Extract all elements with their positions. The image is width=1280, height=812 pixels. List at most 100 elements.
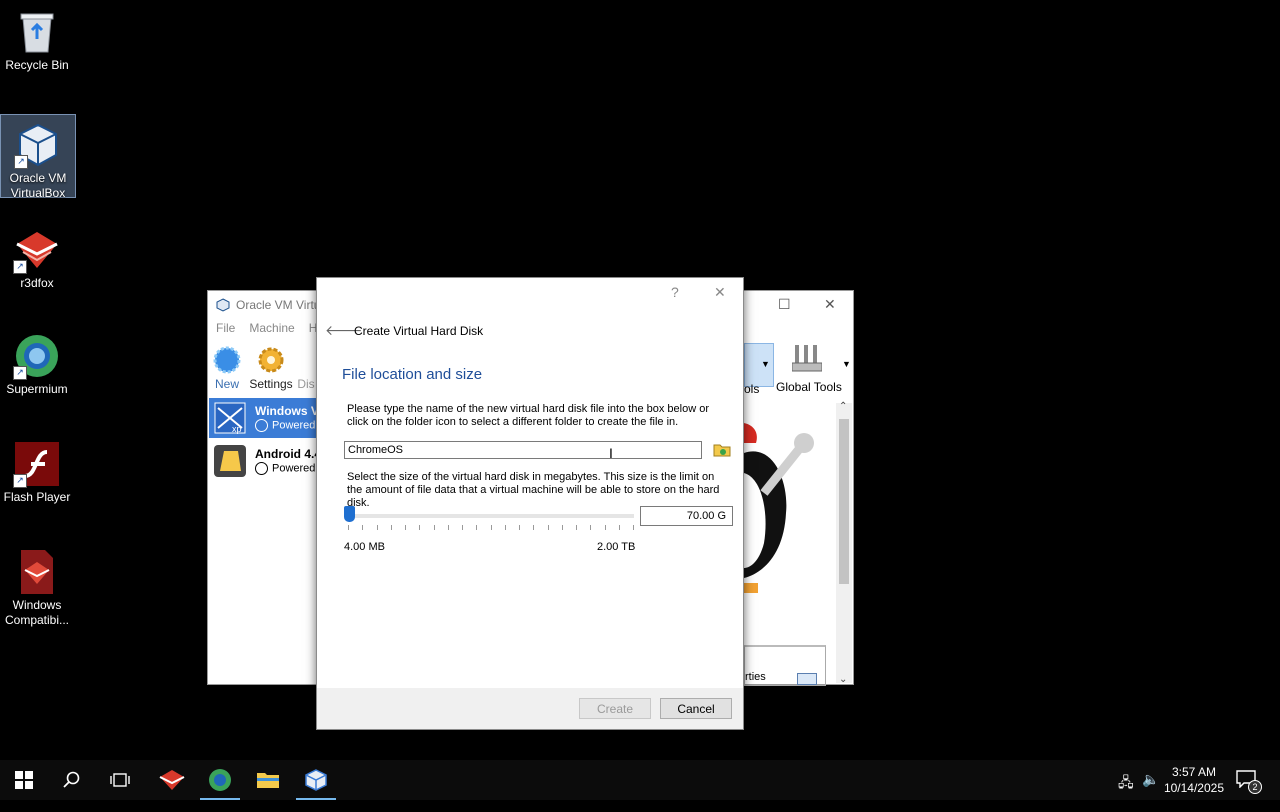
slider-tick (476, 525, 478, 530)
task-view-button[interactable] (96, 760, 144, 800)
close-button[interactable]: ✕ (714, 284, 726, 301)
supermium-icon (209, 769, 231, 791)
file-location-input[interactable] (344, 441, 702, 459)
virtualbox-icon: ↗ (14, 121, 62, 169)
slider-tick (490, 525, 492, 530)
notification-badge: 2 (1248, 780, 1262, 794)
clock-time: 3:57 AM (1171, 765, 1216, 779)
scrollbar[interactable]: ⌃ ⌄ (836, 401, 852, 685)
menu-bar: File Machine H (216, 321, 317, 335)
desktop-icon-label: Flash Player (3, 490, 71, 504)
search-icon (63, 771, 80, 788)
search-button[interactable] (48, 760, 96, 800)
tools-label: ols (744, 382, 760, 396)
desktop-icon-r3dfox[interactable]: ↗ r3dfox (0, 220, 74, 292)
scrollbar-thumb[interactable] (839, 419, 849, 584)
clock[interactable]: 3:57 AM 10/14/2025 (1164, 764, 1224, 796)
slider-max-label: 2.00 TB (597, 541, 636, 553)
size-value-input[interactable]: 70.00 G (640, 506, 733, 526)
close-icon[interactable]: ✕ (824, 296, 836, 313)
cancel-button[interactable]: Cancel (660, 698, 732, 719)
start-button[interactable] (0, 760, 48, 800)
desktop-icon-label: Windows Compatibi... (4, 598, 70, 627)
shortcut-arrow-icon: ↗ (13, 366, 27, 380)
slider-min-label: 4.00 MB (344, 541, 385, 553)
properties-label: rties (745, 671, 766, 683)
folder-icon (257, 773, 279, 788)
location-description: Please type the name of the new virtual … (347, 403, 709, 428)
power-icon (255, 462, 268, 475)
properties-panel: rties (744, 645, 826, 686)
android-icon (214, 445, 246, 477)
vm-state-text: Powered (272, 462, 316, 475)
slider-tick (519, 525, 520, 530)
dialog-title: Create Virtual Hard Disk (354, 324, 484, 338)
dropdown-arrow-icon[interactable]: ▼ (761, 359, 770, 369)
volume-muted-icon[interactable]: 🔈 (1142, 771, 1159, 811)
tux-mascot-image (744, 403, 834, 593)
slider-ticks (348, 525, 634, 531)
taskbar-supermium[interactable] (196, 760, 244, 800)
taskbar-r3dfox[interactable] (148, 760, 196, 800)
scroll-down-icon[interactable]: ⌄ (839, 674, 847, 685)
shortcut-arrow-icon: ↗ (14, 155, 28, 169)
new-sun-icon (211, 345, 243, 375)
dropdown-arrow-icon[interactable]: ▼ (842, 359, 851, 369)
create-button[interactable]: Create (579, 698, 651, 719)
help-button[interactable]: ? (671, 284, 679, 300)
slider-tick (433, 525, 435, 530)
slider-tick (618, 525, 620, 530)
page-heading: File location and size (342, 366, 483, 383)
create-virtual-hard-disk-dialog[interactable]: ? ✕ 🡐 Create Virtual Hard Disk File loca… (316, 277, 744, 730)
dialog-footer: Create Cancel (317, 688, 743, 729)
taskbar-virtualbox[interactable] (292, 760, 340, 800)
maximize-icon[interactable]: ☐ (778, 296, 791, 313)
slider-tick (405, 525, 406, 530)
slider-tick (504, 525, 506, 530)
windows-xp-icon: xp (214, 402, 246, 434)
supermium-icon: ↗ (13, 332, 61, 380)
size-slider-track[interactable] (348, 514, 634, 518)
scroll-up-icon[interactable]: ⌃ (839, 401, 847, 412)
network-icon[interactable]: 🖧 (1118, 772, 1134, 812)
global-tools-button[interactable]: Global Tools (776, 380, 842, 394)
vm-list-item[interactable]: Android 4.4 Powered (209, 441, 321, 481)
size-slider-handle[interactable] (344, 506, 355, 522)
desktop-icon-flash-player[interactable]: ↗ Flash Player (0, 434, 74, 506)
slider-tick (348, 525, 349, 530)
desktop-icon-virtualbox[interactable]: ↗ Oracle VM VirtualBox (0, 114, 76, 200)
document-icon (13, 548, 61, 596)
slider-tick (590, 525, 592, 530)
new-button[interactable]: New (204, 345, 250, 391)
slider-tick (362, 525, 364, 530)
desktop-icon-label: Oracle VM VirtualBox (9, 171, 67, 200)
taskbar-file-explorer[interactable] (244, 760, 292, 800)
slider-tick (604, 525, 606, 530)
slider-tick (447, 525, 449, 530)
taskbar: 🖧 🔈 3:57 AM 10/14/2025 2 (0, 760, 1280, 800)
menu-machine[interactable]: Machine (249, 321, 294, 335)
desktop-icon-supermium[interactable]: ↗ Supermium (0, 326, 74, 398)
gear-icon (255, 345, 287, 375)
right-panel: ols ▼ Global Tools ▼ rties ⌃ ⌄ (744, 343, 852, 686)
desktop-icon-windows-compat[interactable]: Windows Compatibi... (0, 542, 74, 632)
choose-folder-button[interactable] (712, 441, 732, 459)
vm-state: Powered (255, 462, 315, 475)
desktop-icon-recycle-bin[interactable]: Recycle Bin (0, 2, 74, 76)
folder-icon (713, 444, 731, 457)
vm-list-item[interactable]: xp Windows Vi Powered (209, 398, 322, 438)
desktop-icon-label: Recycle Bin (5, 58, 69, 72)
menu-file[interactable]: File (216, 321, 235, 335)
settings-button[interactable]: Settings (248, 345, 294, 391)
windows-logo-icon (15, 771, 33, 789)
power-icon (255, 419, 268, 432)
text-cursor-icon: I (609, 445, 613, 461)
slider-tick (576, 525, 577, 530)
r3dfox-icon: ↗ (13, 226, 61, 274)
discard-button[interactable]: Dis (294, 345, 318, 391)
size-description: Select the size of the virtual hard disk… (347, 471, 720, 509)
action-center-button[interactable]: 2 (1236, 770, 1262, 794)
monitor-icon (797, 673, 817, 685)
r3dfox-icon (159, 770, 185, 790)
svg-text:xp: xp (232, 424, 242, 434)
